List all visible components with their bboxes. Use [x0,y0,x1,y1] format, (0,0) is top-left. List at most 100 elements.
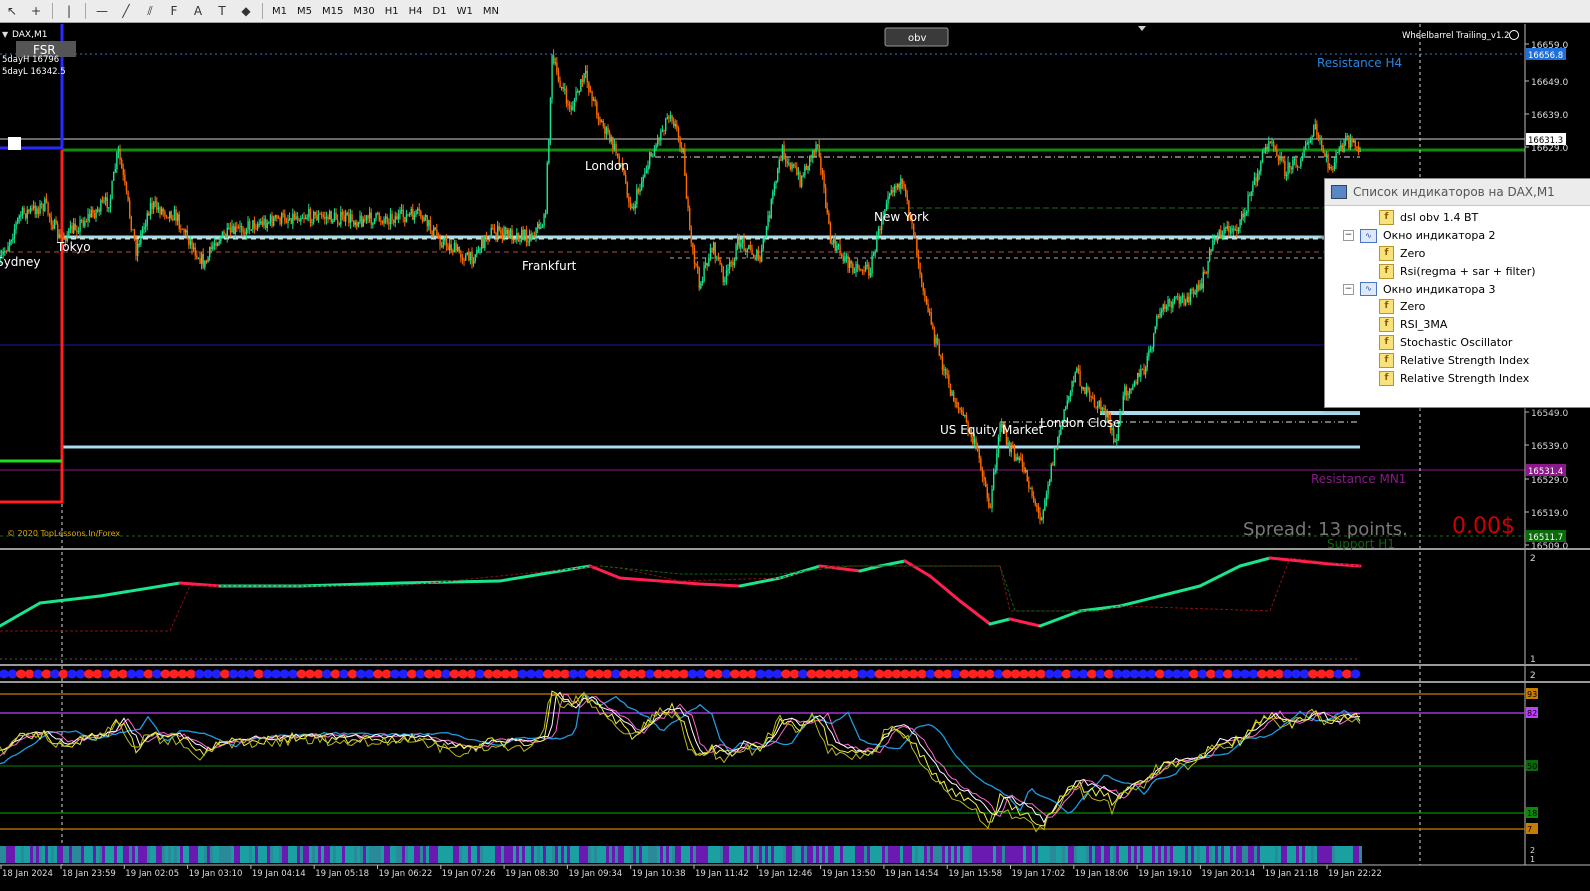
candle-body [559,80,561,88]
histogram-bar [924,846,927,863]
histogram-bar [939,846,942,863]
collapse-toggle-icon[interactable]: − [1343,283,1354,295]
candle-body [661,130,664,132]
candle-body [813,150,816,153]
histogram-bar [444,846,447,863]
chart-canvas[interactable]: 16659.016649.016639.016629.016549.016539… [0,24,1590,891]
osc3-level-label: 18 [1527,809,1537,818]
candle-body [1130,388,1132,390]
candle-body [492,228,494,230]
histogram-bar [1071,846,1074,863]
histogram-bar [1212,846,1215,863]
timeframe-mn-button[interactable]: MN [478,2,504,20]
candle-body [479,249,481,251]
candle-body [951,391,953,396]
histogram-bar [1047,846,1050,863]
indicator-list-item[interactable]: f RSI_3MA [1325,316,1590,334]
trendline-icon[interactable]: ╱ [116,2,136,20]
candle-body [1201,283,1203,289]
indicator-list-item[interactable]: − ∿ Окно индикатора 2 [1325,227,1590,245]
candle-body [1321,137,1323,148]
crosshair-icon[interactable]: + [26,2,46,20]
timeframe-m30-button[interactable]: M30 [348,2,379,20]
candle-body [754,257,756,260]
timeframe-m15-button[interactable]: M15 [317,2,348,20]
candle-body [164,211,166,216]
candle-body [1268,141,1270,149]
candle-body [1121,411,1123,413]
cursor-icon[interactable]: ↖ [2,2,22,20]
candle-body [98,209,100,212]
histogram-bar [156,846,159,863]
candle-body [308,209,310,218]
channel-icon[interactable]: ⫽ [140,2,160,20]
indicator-list-item[interactable]: f Rsi(regma + sar + filter) [1325,262,1590,280]
candle-body [237,227,240,229]
candle-body [1223,227,1225,235]
candle-body [1143,369,1145,375]
fibonacci-icon[interactable]: F [164,2,184,20]
indicator-list-item[interactable]: − ∿ Окно индикатора 3 [1325,280,1590,298]
candle-body [538,223,540,230]
histogram-bar [1023,846,1026,863]
timeframe-m1-button[interactable]: M1 [267,2,292,20]
candle-body [514,239,516,241]
session-sydney: Sydney [0,255,40,269]
candle-body [914,234,916,239]
candle-body [877,228,880,235]
indicator-list-header[interactable]: Список индикаторов на DAX,M1 [1325,179,1590,206]
candle-body [287,219,289,223]
candle-body [1241,213,1243,220]
time-label: 19 Jan 13:50 [822,869,876,879]
text-label-icon[interactable]: T [212,2,232,20]
histogram-bar [375,846,378,863]
candle-body [714,242,716,259]
candle-body [663,130,665,132]
candle-body [991,489,993,508]
histogram-bar [861,846,864,863]
rsi-regma-line [698,582,742,588]
shapes-icon[interactable]: ◆ [236,2,256,20]
timeframe-h4-button[interactable]: H4 [404,2,428,20]
candle-body [583,73,585,82]
candle-body [145,224,147,227]
indicator-list-item[interactable]: f Zero [1325,245,1590,263]
indicator-list-item[interactable]: f Relative Strength Index [1325,351,1590,369]
histogram-bar [699,846,702,863]
histogram-bar [837,846,840,863]
candle-body [132,229,134,231]
horizontal-line-icon[interactable]: — [92,2,112,20]
bottom-scale-label: 1 [1530,855,1535,864]
histogram-bar [282,846,285,863]
timeframe-d1-button[interactable]: D1 [428,2,452,20]
candle-body [516,232,518,240]
histogram-bar [1341,846,1344,863]
candle-body [284,214,286,222]
time-label: 19 Jan 17:02 [1012,869,1066,879]
timeframe-h1-button[interactable]: H1 [380,2,404,20]
histogram-bar [741,846,744,863]
vertical-line-icon[interactable]: | [59,2,79,20]
timeframe-w1-button[interactable]: W1 [452,2,478,20]
indicator-list-item[interactable]: f Zero [1325,298,1590,316]
indicator-list-item[interactable]: f Stochastic Oscillator [1325,334,1590,352]
candle-body [170,211,172,220]
candle-body [193,247,195,250]
candle-body [1045,494,1048,501]
timeframe-m5-button[interactable]: M5 [292,2,317,20]
indicator-list-panel[interactable]: Список индикаторов на DAX,M1 f dsl obv 1.… [1324,178,1590,408]
histogram-bar [879,846,882,863]
indicator-list-item[interactable]: f dsl obv 1.4 BT [1325,209,1590,227]
candle-body [186,230,188,239]
text-icon[interactable]: A [188,2,208,20]
histogram-bar [1140,846,1143,863]
resistance-h4-label: Resistance H4 [1317,56,1402,70]
candle-body [345,213,347,222]
histogram-bar [552,846,555,863]
histogram-bar [1359,846,1362,863]
collapse-toggle-icon[interactable]: − [1343,230,1354,242]
candle-body [517,232,520,242]
candle-body [530,233,532,238]
candle-body [666,117,668,119]
indicator-list-item[interactable]: f Relative Strength Index [1325,369,1590,387]
